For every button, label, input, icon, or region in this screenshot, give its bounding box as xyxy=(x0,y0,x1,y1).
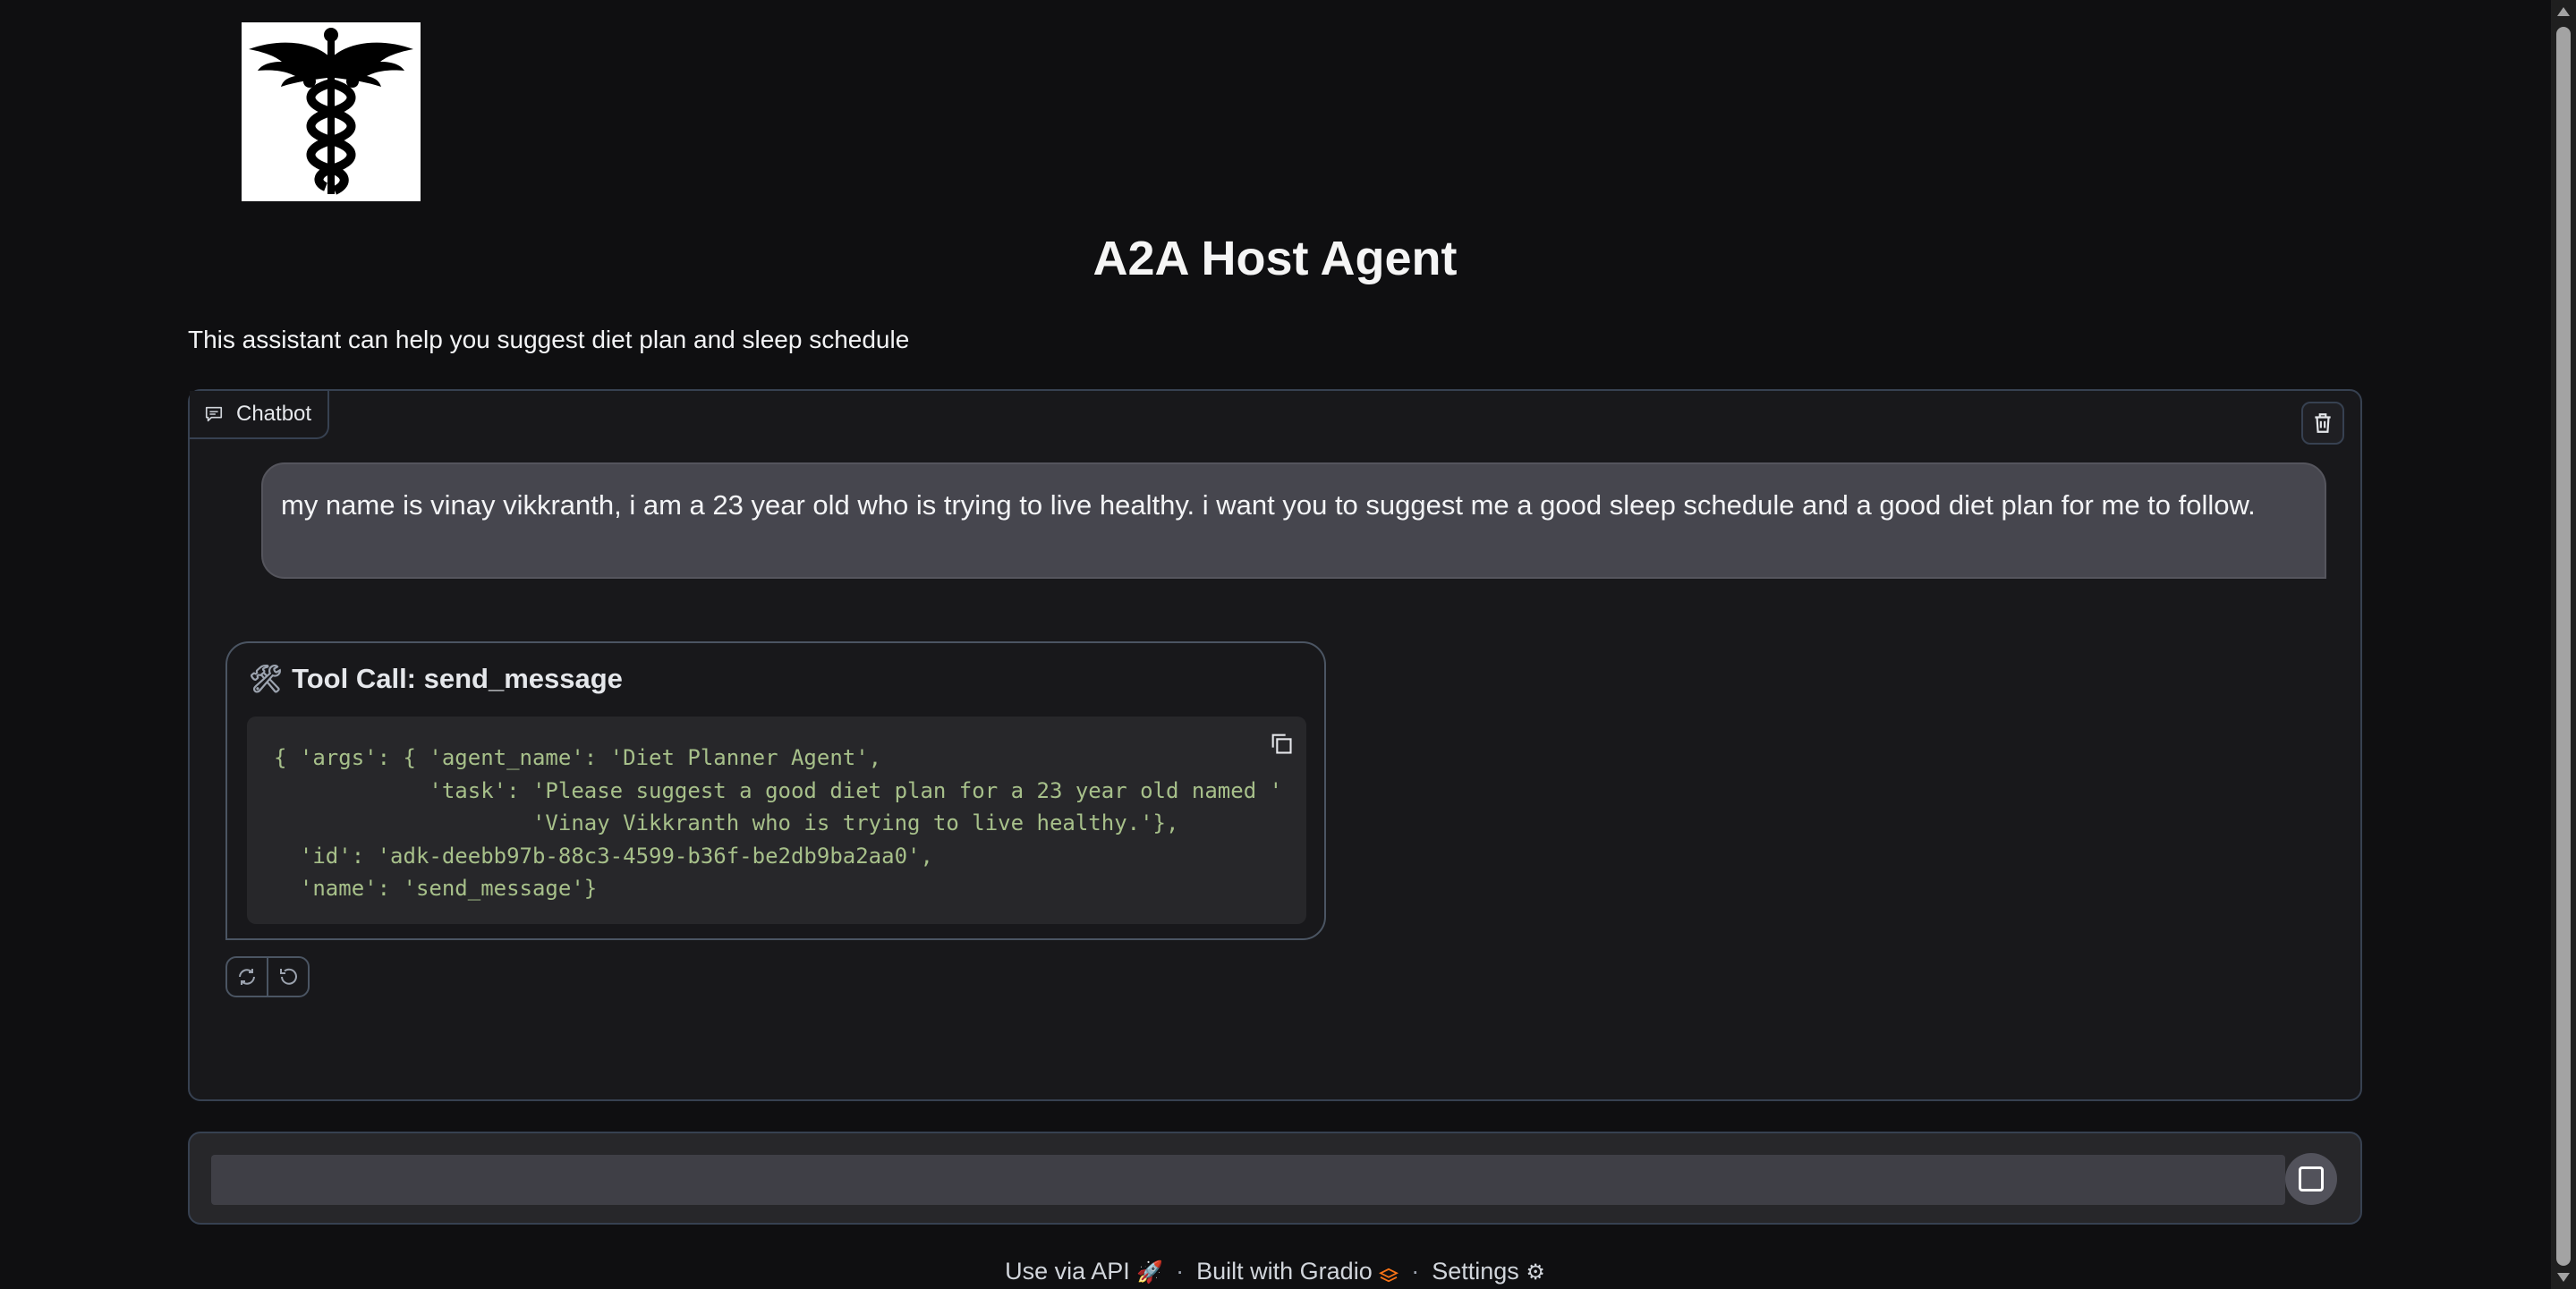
copy-icon xyxy=(1271,734,1292,754)
page-scrollbar[interactable] xyxy=(2551,0,2576,1289)
caduceus-icon xyxy=(249,28,413,195)
page-title: A2A Host Agent xyxy=(1092,232,1458,285)
page: A2A Host Agent This assistant can help y… xyxy=(0,0,2576,1289)
undo-icon xyxy=(280,968,297,985)
code-block: { 'args': { 'agent_name': 'Diet Planner … xyxy=(247,717,1306,924)
tools-icon: 🛠 xyxy=(249,664,284,694)
scroll-down-arrow-icon[interactable] xyxy=(2557,1273,2570,1282)
settings-link[interactable]: Settings ⚙ xyxy=(1432,1258,1545,1285)
retry-icon xyxy=(239,969,255,985)
tool-call-title: Tool Call: send_message xyxy=(292,663,623,694)
clear-chat-button[interactable] xyxy=(2301,402,2344,445)
use-via-api-link[interactable]: Use via API 🚀 xyxy=(1005,1258,1163,1285)
chatbot-label: Chatbot xyxy=(190,391,330,439)
gear-icon: ⚙ xyxy=(1526,1260,1545,1285)
scroll-up-arrow-icon[interactable] xyxy=(2557,7,2570,16)
copy-code-button[interactable] xyxy=(1263,725,1299,761)
message-input-panel xyxy=(188,1132,2362,1225)
page-description: This assistant can help you suggest diet… xyxy=(188,326,910,353)
footer: Use via API 🚀 · Built with Gradio · Sett… xyxy=(0,1258,2550,1285)
chatbot-label-text: Chatbot xyxy=(236,402,312,426)
built-with-gradio-link[interactable]: Built with Gradio xyxy=(1196,1258,1399,1285)
rocket-icon: 🚀 xyxy=(1136,1260,1164,1285)
trash-icon xyxy=(2315,413,2331,433)
user-message: my name is vinay vikkranth, i am a 23 ye… xyxy=(261,462,2326,579)
footer-separator: · xyxy=(1176,1258,1185,1285)
footer-separator: · xyxy=(1411,1258,1420,1285)
undo-button[interactable] xyxy=(267,958,308,996)
message-input[interactable] xyxy=(211,1155,2285,1205)
message-actions xyxy=(225,956,310,997)
tool-call-header: 🛠 Tool Call: send_message xyxy=(249,663,623,695)
caduceus-logo xyxy=(242,22,421,201)
assistant-tool-call-message: 🛠 Tool Call: send_message { 'args': { 'a… xyxy=(225,641,1326,940)
chat-bubble-icon xyxy=(205,406,223,422)
stop-button[interactable] xyxy=(2285,1153,2337,1205)
tool-call-code: { 'args': { 'agent_name': 'Diet Planner … xyxy=(274,745,1283,901)
retry-button[interactable] xyxy=(227,958,267,996)
scroll-thumb[interactable] xyxy=(2556,27,2571,1266)
chatbot-panel: Chatbot my name is vinay vikkranth, i am… xyxy=(188,389,2362,1101)
gradio-logo-icon xyxy=(1379,1265,1399,1283)
stop-icon xyxy=(2299,1166,2324,1191)
